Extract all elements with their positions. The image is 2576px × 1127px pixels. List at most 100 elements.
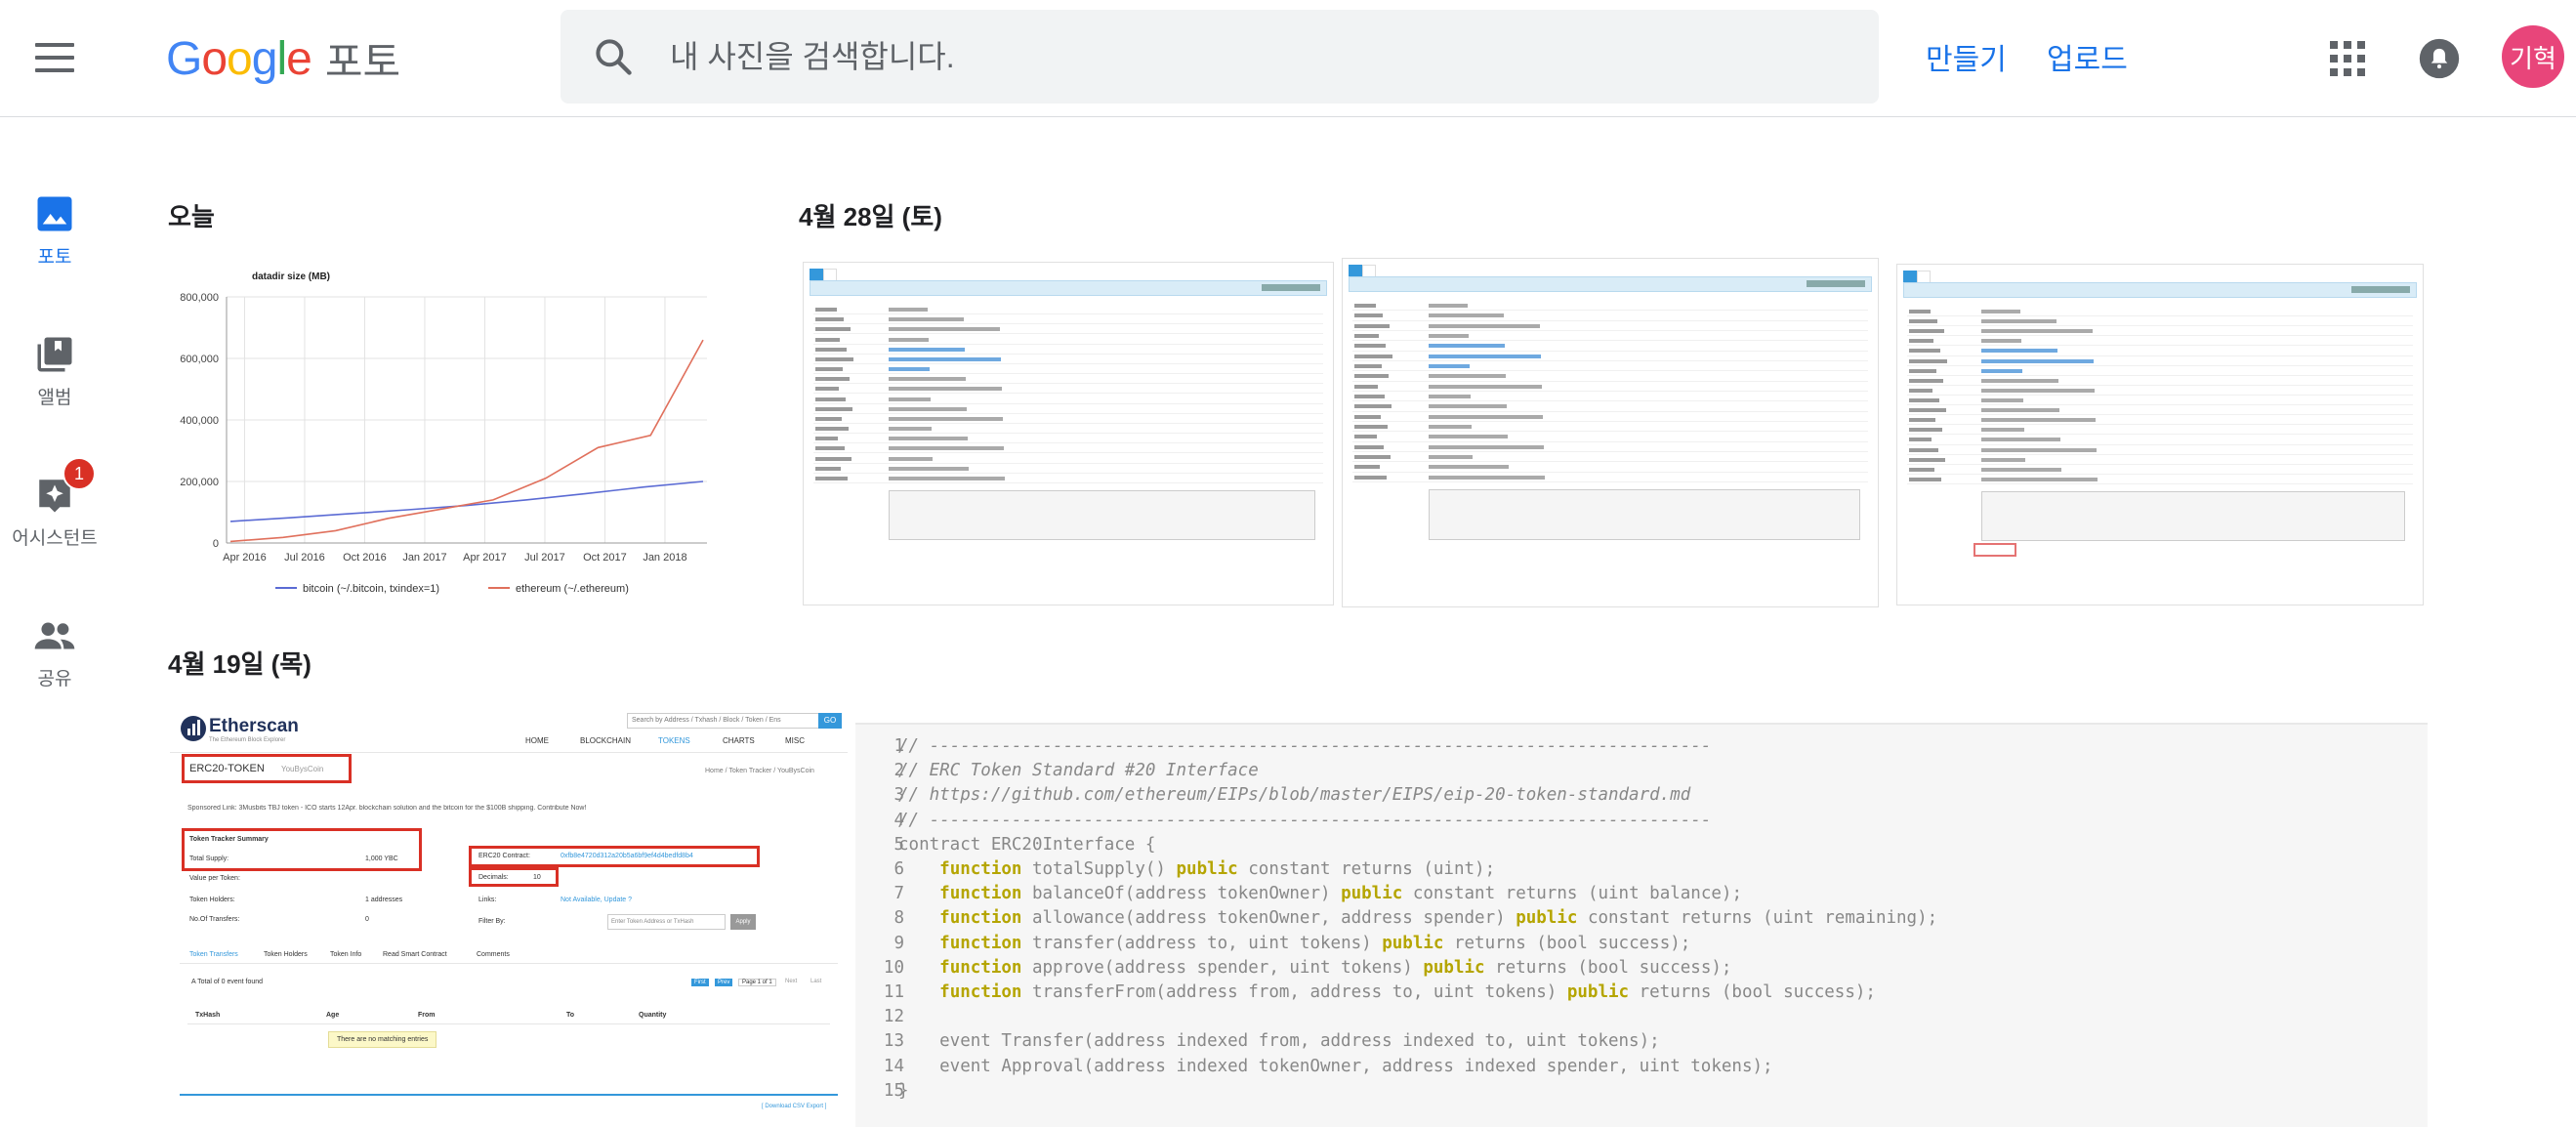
logo-word: Google [166, 32, 312, 86]
etherscan-go-button[interactable]: GO [818, 713, 842, 729]
code-line: function allowance(address tokenOwner, a… [898, 906, 1937, 931]
tx-field-label [815, 317, 844, 322]
code-token: constant returns (uint balance); [1402, 884, 1742, 904]
tx-field-value [1981, 358, 2095, 363]
sidebar-item-photos[interactable]: 포토 [0, 193, 109, 269]
tx-field-label [815, 377, 850, 382]
tx-row-divider [813, 333, 1323, 335]
tx-field-label [1909, 428, 1942, 433]
photo-thumbnail-chart[interactable]: datadir size (MB) 0 200,000 400,000 600,000 8… [168, 258, 742, 604]
contract-address-link[interactable]: 0xfb8e4720d312a20b5a6bf9ef4d4bedfd8b4 [561, 853, 693, 859]
etherscan-search-input[interactable]: Search by Address / Txhash / Block / Tok… [627, 713, 826, 729]
pager-last[interactable]: Last [810, 979, 821, 984]
code-line-number: 12 [883, 1007, 904, 1027]
sponsored-link[interactable]: Sponsored Link: 3Musbits TBJ token - ICO… [187, 805, 812, 812]
tx-row-divider [813, 481, 1323, 483]
pager-first[interactable]: First [691, 979, 709, 986]
col-quantity: Quantity [639, 1012, 667, 1019]
tx-field-label [1909, 378, 1943, 383]
sidebar-item-albums[interactable]: 앨범 [0, 334, 109, 409]
tx-row-divider [1352, 481, 1868, 483]
tx-field-label [815, 456, 852, 461]
etherscan-nav-tokens[interactable]: TOKENS [658, 736, 690, 745]
filter-input[interactable]: Enter Token Address or TxHash [607, 914, 726, 930]
logo-letter: e [286, 32, 312, 85]
photo-thumbnail-transaction-1[interactable] [803, 262, 1334, 605]
apps-grid-icon[interactable] [2330, 41, 2365, 76]
people-icon [34, 622, 75, 649]
photo-thumbnail-transaction-2[interactable] [1342, 258, 1879, 607]
account-avatar[interactable]: 기혁 [2502, 25, 2564, 88]
tx-field-value [1429, 414, 1543, 419]
tab-token-transfers[interactable]: Token Transfers [189, 951, 238, 958]
tx-field-label [815, 356, 853, 361]
tx-field-label [1354, 475, 1387, 480]
photo-thumbnail-transaction-3[interactable] [1896, 264, 2424, 605]
photo-icon [37, 196, 72, 231]
filter-apply-button[interactable]: Apply [730, 914, 756, 930]
etherscan-nav-misc[interactable]: MISC [785, 736, 805, 745]
x-tick-label: Jan 2018 [643, 552, 686, 564]
download-csv-link[interactable]: [ Download CSV Export ] [762, 1104, 826, 1109]
y-tick-label: 600,000 [180, 354, 219, 365]
main-menu-icon[interactable] [35, 43, 74, 74]
etherscan-nav-charts[interactable]: CHARTS [723, 736, 755, 745]
code-token: returns (bool success); [1443, 933, 1691, 953]
highlight-total-supply [182, 828, 422, 871]
tx-tools-button [1807, 280, 1865, 287]
sidebar-item-sharing[interactable]: 공유 [0, 615, 109, 690]
tx-field-label [1909, 447, 1938, 452]
tx-field-value [1981, 447, 2098, 452]
datadir-size-chart: datadir size (MB) 0 200,000 400,000 600,000 8… [180, 271, 707, 595]
tab-comments[interactable]: Comments [477, 951, 510, 958]
tab-token-holders[interactable]: Token Holders [264, 951, 308, 958]
tx-field-value [1429, 404, 1507, 409]
create-button[interactable]: 만들기 [1926, 35, 2007, 78]
upload-button[interactable]: 업로드 [2047, 35, 2128, 78]
etherscan-nav-home[interactable]: HOME [525, 736, 549, 745]
pager-prev[interactable]: Prev [715, 979, 733, 986]
links-value[interactable]: Not Available, Update ? [561, 897, 632, 903]
logo-letter: g [251, 32, 278, 85]
tx-field-label [1909, 408, 1946, 413]
code-line: function transfer(address to, uint token… [898, 932, 1690, 956]
notifications-bell-icon[interactable] [2418, 37, 2461, 80]
tx-field-value [889, 347, 966, 352]
tx-field-value [889, 377, 967, 382]
etherscan-logo-text: Etherscan [209, 716, 299, 736]
tx-field-value [889, 437, 969, 441]
sidebar-item-assistant[interactable]: 어시스턴트 [0, 475, 109, 550]
pager-next[interactable]: Next [785, 979, 797, 984]
tx-field-label [1354, 425, 1388, 430]
tx-field-label [1354, 334, 1379, 339]
tx-field-value [889, 317, 965, 322]
tx-field-value [889, 416, 1004, 421]
no-entries-message: There are no matching entries [328, 1031, 437, 1048]
photo-thumbnail-etherscan[interactable]: Etherscan The Ethereum Block Explorer Se… [170, 707, 848, 1121]
tx-field-label [1354, 404, 1392, 409]
tx-row-divider [1352, 461, 1868, 463]
code-token: } [898, 1080, 909, 1101]
tx-field-label [1909, 310, 1931, 313]
tx-row-divider [813, 393, 1323, 395]
google-photos-logo[interactable]: Google 포토 [166, 29, 400, 88]
search-bar[interactable] [561, 10, 1879, 104]
search-input[interactable] [670, 10, 1842, 104]
tx-row-divider [1352, 380, 1868, 382]
tx-field-label [815, 466, 841, 471]
etherscan-nav-blockchain[interactable]: BLOCKCHAIN [580, 736, 631, 745]
photo-thumbnail-code[interactable]: 1// ------------------------------------… [855, 723, 2428, 1127]
code-token: balanceOf(address tokenOwner) [1021, 884, 1342, 904]
search-icon[interactable] [592, 35, 635, 78]
tx-field-value [1981, 477, 2098, 481]
etherscan-tagline: The Ethereum Block Explorer [209, 737, 286, 743]
tx-row-divider [1352, 390, 1868, 392]
tx-row-divider [1907, 443, 2413, 445]
code-line: function approve(address spender, uint t… [898, 956, 1731, 981]
tx-row-divider [1352, 340, 1868, 342]
tx-row-divider [1907, 325, 2413, 327]
tab-token-info[interactable]: Token Info [330, 951, 361, 958]
tab-read-contract[interactable]: Read Smart Contract [383, 951, 447, 958]
tx-row-divider [1907, 424, 2413, 426]
